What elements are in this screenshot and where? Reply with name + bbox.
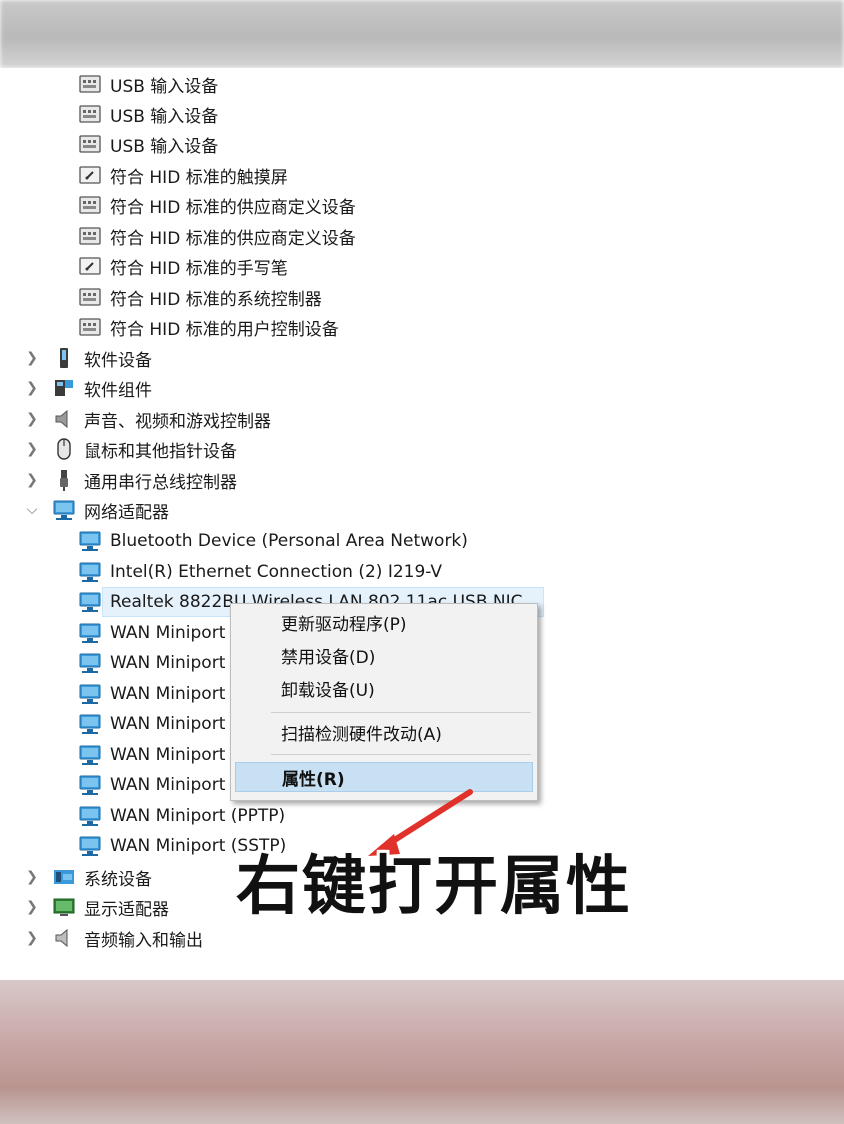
tree-category-mice[interactable]: ❯ 鼠标和其他指针设备 (22, 434, 237, 464)
tree-category-audio-io[interactable]: ❯ 音频输入和输出 (22, 923, 203, 953)
tree-category-label: 网络适配器 (84, 502, 169, 523)
pen-device-icon (78, 254, 102, 278)
chevron-right-icon[interactable]: ❯ (22, 378, 42, 398)
speaker-icon (52, 407, 76, 431)
tree-category-system-devices[interactable]: ❯ 系统设备 (22, 862, 152, 892)
tree-item-label: 符合 HID 标准的系统控制器 (110, 289, 322, 310)
tree-item-usb-input-2[interactable]: USB 输入设备 (78, 99, 218, 129)
usb-plug-icon (52, 468, 76, 492)
tree-item-hid-vendor-2[interactable]: 符合 HID 标准的供应商定义设备 (78, 221, 356, 251)
menu-item-update-driver[interactable]: 更新驱动程序(P) (281, 607, 407, 637)
blurred-bottom-edge (0, 980, 844, 1124)
tree-category-label: 音频输入和输出 (84, 930, 203, 951)
tree-category-network-adapters[interactable]: ⌵ 网络适配器 (22, 495, 169, 525)
display-adapter-icon (52, 895, 76, 919)
tree-category-software-devices[interactable]: ❯ 软件设备 (22, 343, 152, 373)
tree-item-label: USB 输入设备 (110, 106, 219, 127)
tree-item-label: Intel(R) Ethernet Connection (2) I219-V (110, 562, 443, 582)
tree-category-label: 系统设备 (84, 869, 152, 890)
menu-separator (271, 712, 531, 713)
menu-item-uninstall-device[interactable]: 卸载设备(U) (281, 673, 375, 703)
hid-device-icon (78, 102, 102, 126)
hid-device-icon (78, 285, 102, 309)
tree-item-hid-pen[interactable]: 符合 HID 标准的手写笔 (78, 251, 288, 281)
network-adapter-icon (78, 712, 102, 736)
tree-category-display-adapters[interactable]: ❯ 显示适配器 (22, 892, 169, 922)
tree-item-hid-user-control[interactable]: 符合 HID 标准的用户控制设备 (78, 312, 339, 342)
context-menu: 更新驱动程序(P) 禁用设备(D) 卸载设备(U) 扫描检测硬件改动(A) 属性… (230, 603, 538, 801)
chevron-right-icon[interactable]: ❯ (22, 928, 42, 948)
tree-category-label: 显示适配器 (84, 899, 169, 920)
tree-item-wan-miniport-pptp[interactable]: WAN Miniport (PPTP) (78, 801, 285, 831)
hid-device-icon (78, 72, 102, 96)
hid-device-icon (78, 132, 102, 156)
network-adapter-icon (78, 529, 102, 553)
tree-category-sound-video-game[interactable]: ❯ 声音、视频和游戏控制器 (22, 404, 271, 434)
network-adapter-icon (52, 498, 76, 522)
network-adapter-icon (78, 834, 102, 858)
network-adapter-icon (78, 804, 102, 828)
chevron-right-icon[interactable]: ❯ (22, 470, 42, 490)
tree-item-label: Bluetooth Device (Personal Area Network) (110, 531, 468, 551)
tree-item-hid-system-controller[interactable]: 符合 HID 标准的系统控制器 (78, 282, 322, 312)
chevron-right-icon[interactable]: ❯ (22, 897, 42, 917)
tree-item-hid-vendor-1[interactable]: 符合 HID 标准的供应商定义设备 (78, 190, 356, 220)
hid-device-icon (78, 224, 102, 248)
chevron-right-icon[interactable]: ❯ (22, 348, 42, 368)
menu-separator (271, 754, 531, 755)
network-adapter-icon (78, 560, 102, 584)
tree-item-label: 符合 HID 标准的用户控制设备 (110, 319, 339, 340)
tree-item-label: 符合 HID 标准的供应商定义设备 (110, 197, 356, 218)
tree-item-label: 符合 HID 标准的触摸屏 (110, 167, 288, 188)
tree-category-software-components[interactable]: ❯ 软件组件 (22, 373, 152, 403)
menu-item-scan-hardware[interactable]: 扫描检测硬件改动(A) (281, 717, 442, 747)
tree-category-label: 声音、视频和游戏控制器 (84, 411, 271, 432)
network-adapter-icon (78, 621, 102, 645)
hid-device-icon (78, 193, 102, 217)
tree-item-label: 符合 HID 标准的手写笔 (110, 258, 288, 279)
hid-device-icon (78, 315, 102, 339)
tree-category-label: 通用串行总线控制器 (84, 472, 237, 493)
tree-category-label: 软件设备 (84, 350, 152, 371)
audio-icon (52, 926, 76, 950)
tree-item-usb-input-3[interactable]: USB 输入设备 (78, 129, 218, 159)
tree-item-label: USB 输入设备 (110, 136, 219, 157)
system-device-icon (52, 865, 76, 889)
blurred-top-edge (0, 0, 844, 68)
tree-category-usb-controllers[interactable]: ❯ 通用串行总线控制器 (22, 465, 237, 495)
chevron-right-icon[interactable]: ❯ (22, 867, 42, 887)
network-adapter-icon (78, 773, 102, 797)
tree-item-bluetooth-pan[interactable]: Bluetooth Device (Personal Area Network) (78, 526, 468, 556)
network-adapter-icon (78, 651, 102, 675)
software-component-icon (52, 376, 76, 400)
chevron-down-icon[interactable]: ⌵ (22, 500, 42, 520)
tree-item-label: WAN Miniport (PPTP) (110, 806, 286, 826)
chevron-right-icon[interactable]: ❯ (22, 439, 42, 459)
mouse-icon (52, 437, 76, 461)
tree-item-usb-input-1[interactable]: USB 输入设备 (78, 69, 218, 99)
network-adapter-icon (78, 743, 102, 767)
software-device-icon (52, 346, 76, 370)
tree-category-label: 软件组件 (84, 380, 152, 401)
pen-device-icon (78, 163, 102, 187)
tree-item-hid-touchscreen[interactable]: 符合 HID 标准的触摸屏 (78, 160, 288, 190)
chevron-right-icon[interactable]: ❯ (22, 409, 42, 429)
network-adapter-icon (78, 590, 102, 614)
network-adapter-icon (78, 682, 102, 706)
tree-item-intel-ethernet[interactable]: Intel(R) Ethernet Connection (2) I219-V (78, 557, 442, 587)
tree-category-label: 鼠标和其他指针设备 (84, 441, 237, 462)
tree-item-label: USB 输入设备 (110, 76, 219, 97)
tree-item-label: 符合 HID 标准的供应商定义设备 (110, 228, 356, 249)
menu-item-disable-device[interactable]: 禁用设备(D) (281, 640, 375, 670)
caption-overlay: 右键打开属性 (236, 850, 632, 924)
